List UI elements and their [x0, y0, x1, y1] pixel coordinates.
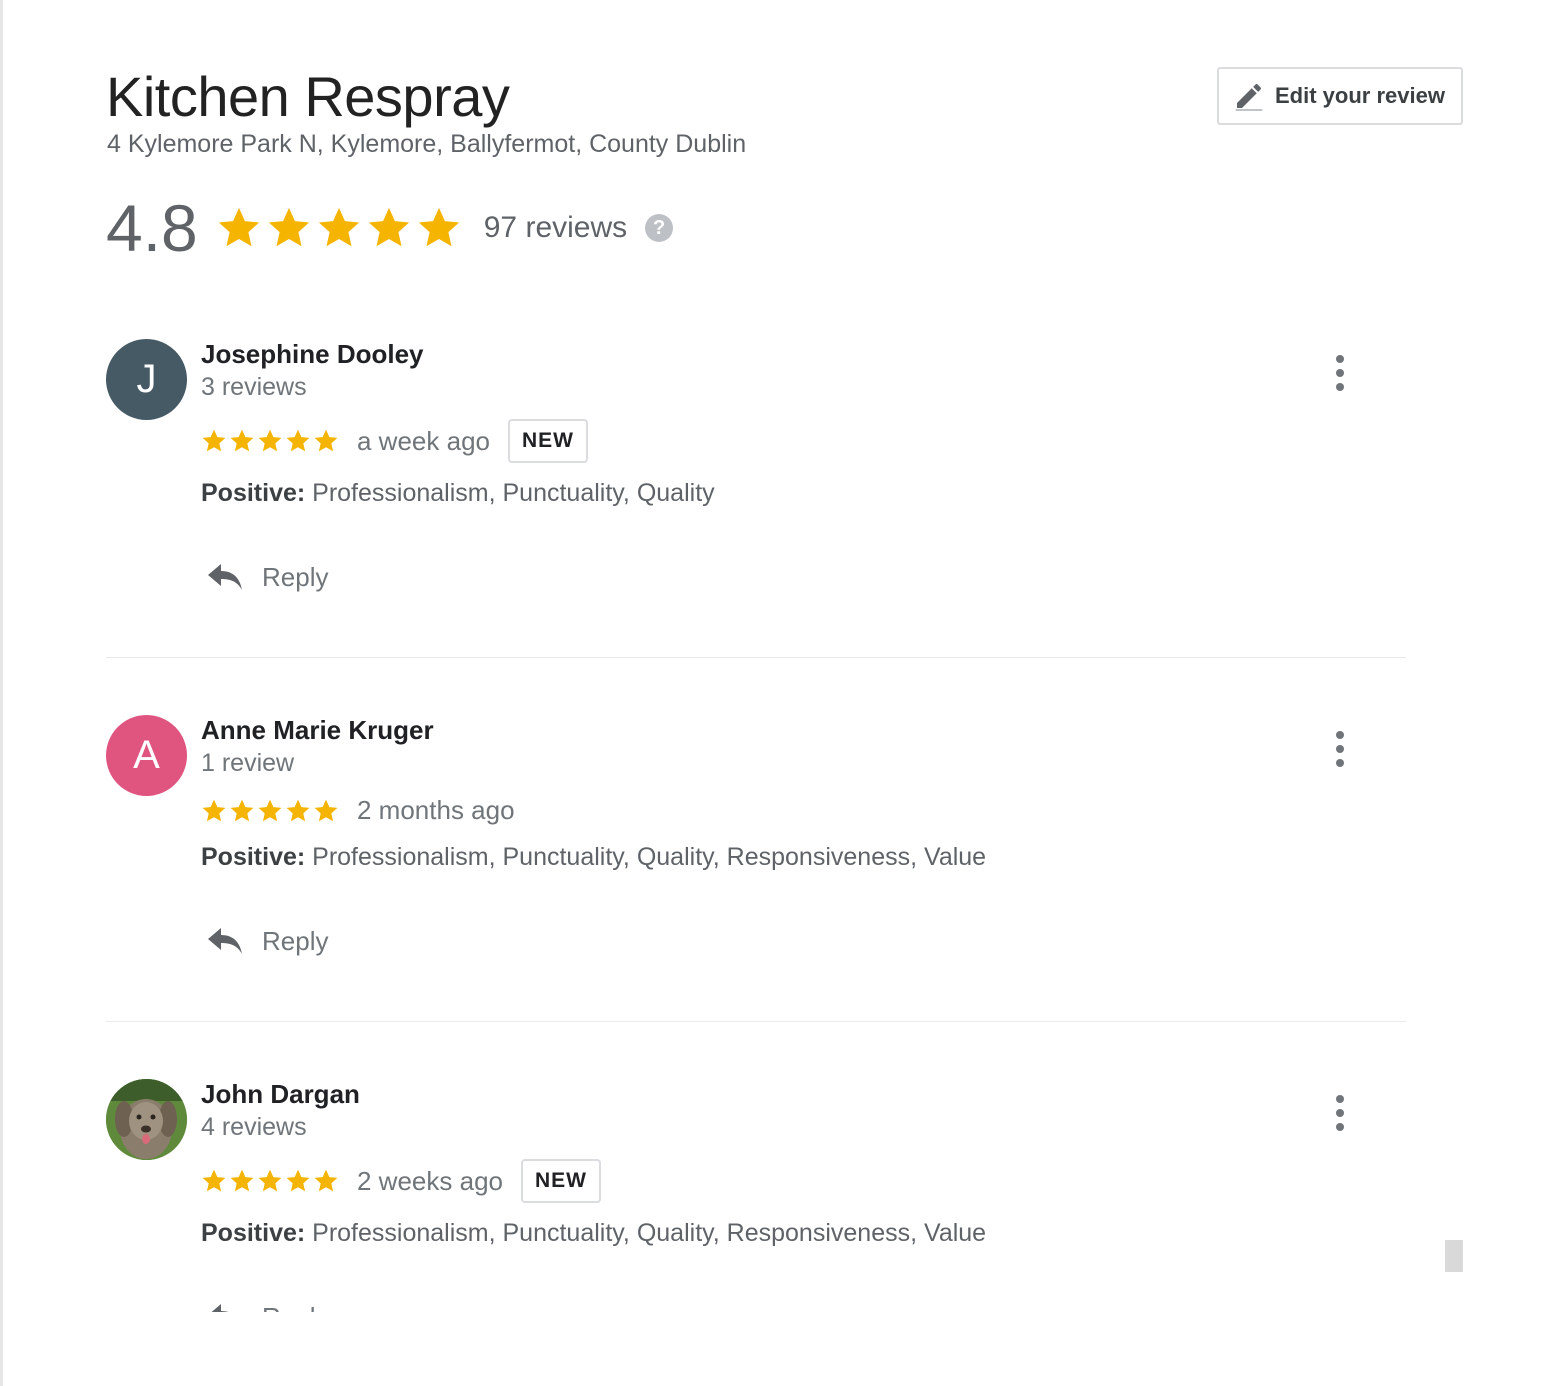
positive-label: Positive:	[201, 1219, 306, 1247]
reviewer-name[interactable]: Josephine Dooley	[201, 339, 424, 370]
more-options-icon[interactable]	[1330, 729, 1350, 769]
star-icon	[202, 799, 226, 821]
business-address: 4 Kylemore Park N, Kylemore, Ballyfermot…	[107, 130, 747, 158]
reviewer-review-count: 1 review	[201, 749, 295, 777]
review-time: 2 weeks ago	[357, 1165, 503, 1196]
star-icon	[258, 429, 282, 452]
review-positive: Positive: Professionalism, Punctuality, …	[201, 479, 715, 508]
list-clip	[3, 1312, 1547, 1386]
review-time: a week ago	[357, 425, 490, 456]
divider	[106, 657, 1406, 658]
star-icon	[314, 429, 338, 452]
reviews-panel: Kitchen Respray 4 Kylemore Park N, Kylem…	[0, 0, 1547, 1386]
more-options-icon[interactable]	[1330, 353, 1350, 393]
star-icon	[286, 429, 310, 452]
star-icon	[314, 1169, 338, 1192]
positive-label: Positive:	[201, 843, 306, 871]
total-reviews-link[interactable]: 97 reviews	[484, 211, 627, 245]
star-icon	[230, 799, 254, 821]
avatar[interactable]	[106, 1079, 187, 1160]
scrollbar-thumb[interactable]	[1445, 1240, 1463, 1272]
star-icon	[230, 429, 254, 452]
star-icon	[202, 429, 226, 452]
star-icon	[314, 799, 338, 821]
review-meta: 2 weeks ago NEW	[201, 1159, 601, 1203]
more-options-icon[interactable]	[1330, 1093, 1350, 1133]
new-badge: NEW	[507, 419, 588, 463]
review-time: 2 months ago	[357, 795, 515, 825]
review-stars	[201, 1168, 339, 1194]
star-icon	[418, 207, 459, 247]
business-name: Kitchen Respray	[106, 65, 510, 128]
pencil-icon	[1235, 83, 1263, 111]
reply-label: Reply	[262, 925, 329, 956]
star-icon	[258, 1169, 282, 1192]
review-meta: 2 months ago	[201, 795, 515, 826]
reply-button[interactable]: Reply	[206, 925, 328, 957]
star-icon	[268, 207, 309, 247]
star-icon	[286, 799, 310, 821]
avatar[interactable]: A	[106, 715, 187, 796]
positive-text: Professionalism, Punctuality, Quality, R…	[312, 1219, 987, 1247]
star-icon	[218, 207, 259, 247]
reviewer-name[interactable]: John Dargan	[201, 1079, 360, 1110]
star-icon	[202, 1169, 226, 1192]
star-icon	[318, 207, 359, 247]
review-positive: Positive: Professionalism, Punctuality, …	[201, 1219, 986, 1248]
reviewer-name[interactable]: Anne Marie Kruger	[201, 715, 434, 746]
star-icon	[230, 1169, 254, 1192]
help-icon[interactable]: ?	[645, 214, 674, 242]
review-meta: a week ago NEW	[201, 419, 588, 463]
rating-summary: 4.8 97 reviews ?	[106, 188, 674, 268]
positive-label: Positive:	[201, 479, 306, 507]
review-positive: Positive: Professionalism, Punctuality, …	[201, 843, 986, 872]
reviewer-review-count: 4 reviews	[201, 1113, 307, 1141]
reviewer-review-count: 3 reviews	[201, 373, 307, 401]
positive-text: Professionalism, Punctuality, Quality	[312, 479, 715, 507]
star-icon	[368, 207, 409, 247]
star-icon	[258, 799, 282, 821]
edit-review-label: Edit your review	[1275, 83, 1445, 108]
edit-review-button[interactable]: Edit your review	[1217, 67, 1463, 125]
average-stars	[216, 205, 462, 251]
review-stars	[201, 428, 339, 454]
average-rating: 4.8	[106, 191, 198, 265]
reply-label: Reply	[262, 561, 329, 592]
positive-text: Professionalism, Punctuality, Quality, R…	[312, 843, 987, 871]
new-badge: NEW	[520, 1159, 601, 1203]
dog-photo-icon	[106, 1079, 187, 1160]
avatar[interactable]: J	[106, 339, 187, 420]
reply-button[interactable]: Reply	[206, 561, 328, 593]
reply-icon	[208, 564, 242, 590]
star-icon	[286, 1169, 310, 1192]
divider	[106, 1021, 1406, 1022]
reply-icon	[208, 928, 242, 954]
review-stars	[201, 798, 339, 824]
